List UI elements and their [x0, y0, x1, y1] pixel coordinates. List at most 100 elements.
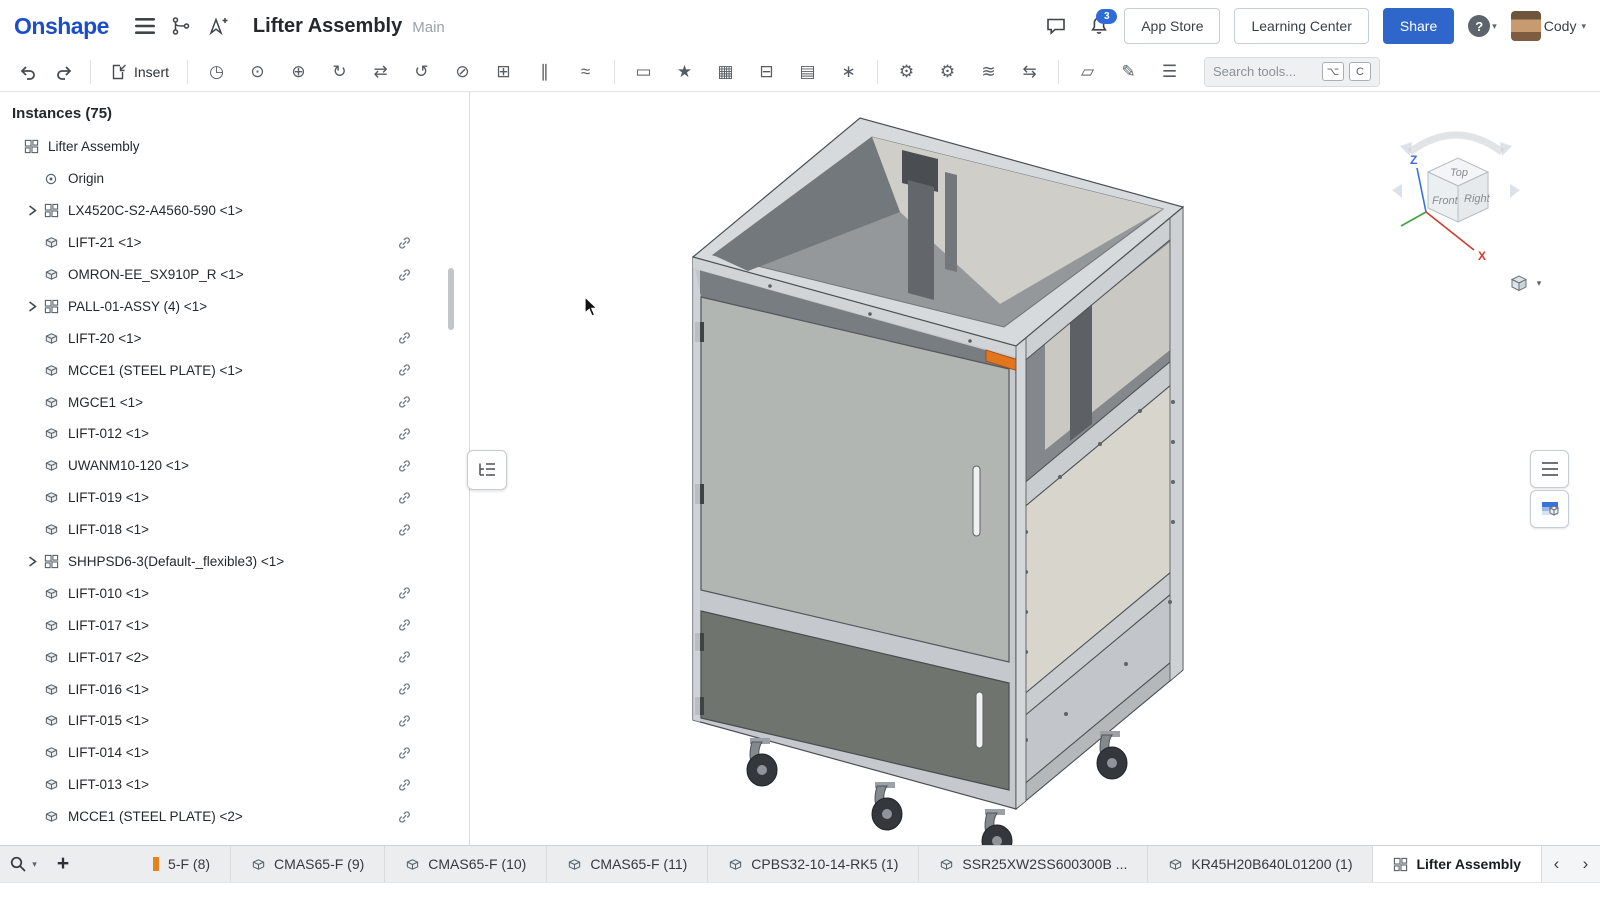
- document-title[interactable]: Lifter Assembly: [253, 15, 402, 38]
- view-cube-top-label[interactable]: Top: [1450, 167, 1468, 179]
- expand-chevron-icon[interactable]: [24, 556, 40, 567]
- instance-row[interactable]: LIFT-017 <1>: [0, 609, 469, 641]
- document-tab[interactable]: CMAS65-F (9): [231, 846, 385, 882]
- tangent-mate-icon[interactable]: ≈: [565, 52, 606, 92]
- insert-button[interactable]: Insert: [99, 63, 179, 81]
- document-tab[interactable]: 5-F (8): [132, 846, 231, 882]
- instance-row[interactable]: LIFT-010 <1>: [0, 577, 469, 609]
- document-tab[interactable]: Lifter Assembly: [1373, 846, 1542, 882]
- redo-icon[interactable]: [49, 57, 79, 87]
- view-mode-button[interactable]: ▾: [1496, 268, 1554, 298]
- document-tab[interactable]: CMAS65-F (10): [385, 846, 547, 882]
- instance-row[interactable]: SHHPSD6-3(Default-_flexible3) <1>: [0, 546, 469, 578]
- instance-row[interactable]: LIFT-016 <1>: [0, 673, 469, 705]
- rotate-icon[interactable]: ↺: [401, 52, 442, 92]
- revolute-mate-icon[interactable]: ↻: [319, 52, 360, 92]
- instance-row[interactable]: MCCE1 (STEEL PLATE) <2>: [0, 801, 469, 833]
- toolbar-separator: [877, 60, 878, 84]
- document-tab[interactable]: KR45H20B640L01200 (1): [1148, 846, 1373, 882]
- instance-row[interactable]: Origin: [0, 163, 469, 195]
- view-cube-front-label[interactable]: Front: [1432, 195, 1459, 207]
- instance-row[interactable]: LIFT-21 <1>: [0, 227, 469, 259]
- parallel-mate-icon[interactable]: ∥: [524, 52, 565, 92]
- document-tab[interactable]: CMAS65-F (11): [547, 846, 708, 882]
- instance-row[interactable]: LIFT-017 <2>: [0, 641, 469, 673]
- avatar: [1511, 11, 1541, 41]
- new-tab-button[interactable]: +: [46, 846, 80, 882]
- help-icon[interactable]: ?: [1468, 15, 1490, 37]
- screw-relation-icon[interactable]: ≋: [968, 52, 1009, 92]
- search-tools-input[interactable]: Search tools... ⌥ C: [1204, 57, 1380, 87]
- shaded-view-icon: [1509, 273, 1529, 293]
- pin-slot-icon[interactable]: ⊘: [442, 52, 483, 92]
- notifications-bell-icon[interactable]: 3: [1088, 15, 1110, 37]
- comments-icon[interactable]: [1041, 11, 1071, 41]
- tabs-scroll-left-icon[interactable]: ‹: [1542, 846, 1571, 882]
- user-menu[interactable]: Cody ▾: [1511, 11, 1586, 41]
- view-cube-body[interactable]: Top Front Right: [1428, 158, 1491, 222]
- expand-chevron-icon[interactable]: [24, 205, 40, 216]
- instance-row[interactable]: LIFT-018 <1>: [0, 514, 469, 546]
- view-cube-right-label[interactable]: Right: [1464, 193, 1491, 205]
- rack-relation-icon[interactable]: ⚙: [927, 52, 968, 92]
- user-name: Cody: [1544, 18, 1577, 34]
- mate-icon[interactable]: ◷: [196, 52, 237, 92]
- gear-relation-icon[interactable]: ⚙: [886, 52, 927, 92]
- cylindrical-mate-icon[interactable]: ⊙: [237, 52, 278, 92]
- instance-row[interactable]: LIFT-015 <1>: [0, 705, 469, 737]
- instance-row[interactable]: LX4520C-S2-A4560-590 <1>: [0, 195, 469, 227]
- workspace-name[interactable]: Main: [412, 19, 445, 36]
- follow-mode-icon[interactable]: [202, 11, 232, 41]
- app-store-button[interactable]: App Store: [1124, 8, 1220, 44]
- planar-mate-icon[interactable]: ⊞: [483, 52, 524, 92]
- learning-center-button[interactable]: Learning Center: [1234, 8, 1368, 44]
- tab-search-button[interactable]: ▾: [0, 846, 46, 882]
- instance-row[interactable]: LIFT-019 <1>: [0, 482, 469, 514]
- document-tab[interactable]: CPBS32-10-14-RK5 (1): [708, 846, 919, 882]
- instance-row[interactable]: LIFT-013 <1>: [0, 769, 469, 801]
- help-menu[interactable]: ? ▾: [1468, 15, 1497, 37]
- share-button[interactable]: Share: [1383, 8, 1454, 44]
- drawing-icon[interactable]: ▱: [1067, 52, 1108, 92]
- named-views-icon[interactable]: ★: [664, 52, 705, 92]
- instances-flyout-toggle[interactable]: [467, 450, 507, 490]
- instance-row[interactable]: OMRON-EE_SX910P_R <1>: [0, 259, 469, 291]
- belt-relation-icon[interactable]: ⇆: [1009, 52, 1050, 92]
- main-menu-icon[interactable]: [130, 11, 160, 41]
- part-icon: [40, 490, 62, 505]
- bom-table-panel-toggle[interactable]: [1530, 490, 1569, 528]
- 3d-viewport[interactable]: Top Front Right Z X ▾: [470, 92, 1600, 845]
- topbar-right-group: 3 App Store Learning Center Share ? ▾ Co…: [1038, 8, 1586, 44]
- instance-label: SHHPSD6-3(Default-_flexible3) <1>: [68, 554, 284, 569]
- box-select-icon[interactable]: ▭: [623, 52, 664, 92]
- feature-list-panel-toggle[interactable]: [1530, 450, 1569, 488]
- replicate-icon[interactable]: ▦: [705, 52, 746, 92]
- ball-mate-icon[interactable]: ⊕: [278, 52, 319, 92]
- instance-row[interactable]: MGCE1 <1>: [0, 386, 469, 418]
- document-tab[interactable]: SSR25XW2SS600300B ...: [919, 846, 1148, 882]
- instance-row[interactable]: LIFT-014 <1>: [0, 737, 469, 769]
- tab-scroll-controls: ‹ ›: [1541, 846, 1600, 882]
- explode-icon[interactable]: ∗: [828, 52, 869, 92]
- undo-icon[interactable]: [13, 57, 43, 87]
- view-cube[interactable]: Top Front Right Z X: [1386, 108, 1526, 268]
- element-tab-bar: ▾ + 5-F (8)CMAS65-F (9)CMAS65-F (10)CMAS…: [0, 845, 1600, 900]
- instance-label: LIFT-018 <1>: [68, 522, 149, 537]
- translate-arrows-icon[interactable]: ⇄: [360, 52, 401, 92]
- instance-row[interactable]: Lifter Assembly: [0, 131, 469, 163]
- tab-label: Lifter Assembly: [1416, 856, 1521, 872]
- instance-row[interactable]: LIFT-012 <1>: [0, 418, 469, 450]
- pattern-icon[interactable]: ▤: [787, 52, 828, 92]
- instance-row[interactable]: UWANM10-120 <1>: [0, 450, 469, 482]
- bom-icon[interactable]: ☰: [1149, 52, 1190, 92]
- instance-row[interactable]: MCCE1 (STEEL PLATE) <1>: [0, 354, 469, 386]
- instance-label: LIFT-015 <1>: [68, 713, 149, 728]
- expand-chevron-icon[interactable]: [24, 301, 40, 312]
- instance-row[interactable]: PALL-01-ASSY (4) <1>: [0, 290, 469, 322]
- version-graph-icon[interactable]: [166, 11, 196, 41]
- panel-scrollbar[interactable]: [448, 268, 454, 330]
- tabs-scroll-right-icon[interactable]: ›: [1571, 846, 1600, 882]
- insert-part-icon[interactable]: ⊟: [746, 52, 787, 92]
- instance-row[interactable]: LIFT-20 <1>: [0, 322, 469, 354]
- edit-document-icon[interactable]: ✎: [1108, 52, 1149, 92]
